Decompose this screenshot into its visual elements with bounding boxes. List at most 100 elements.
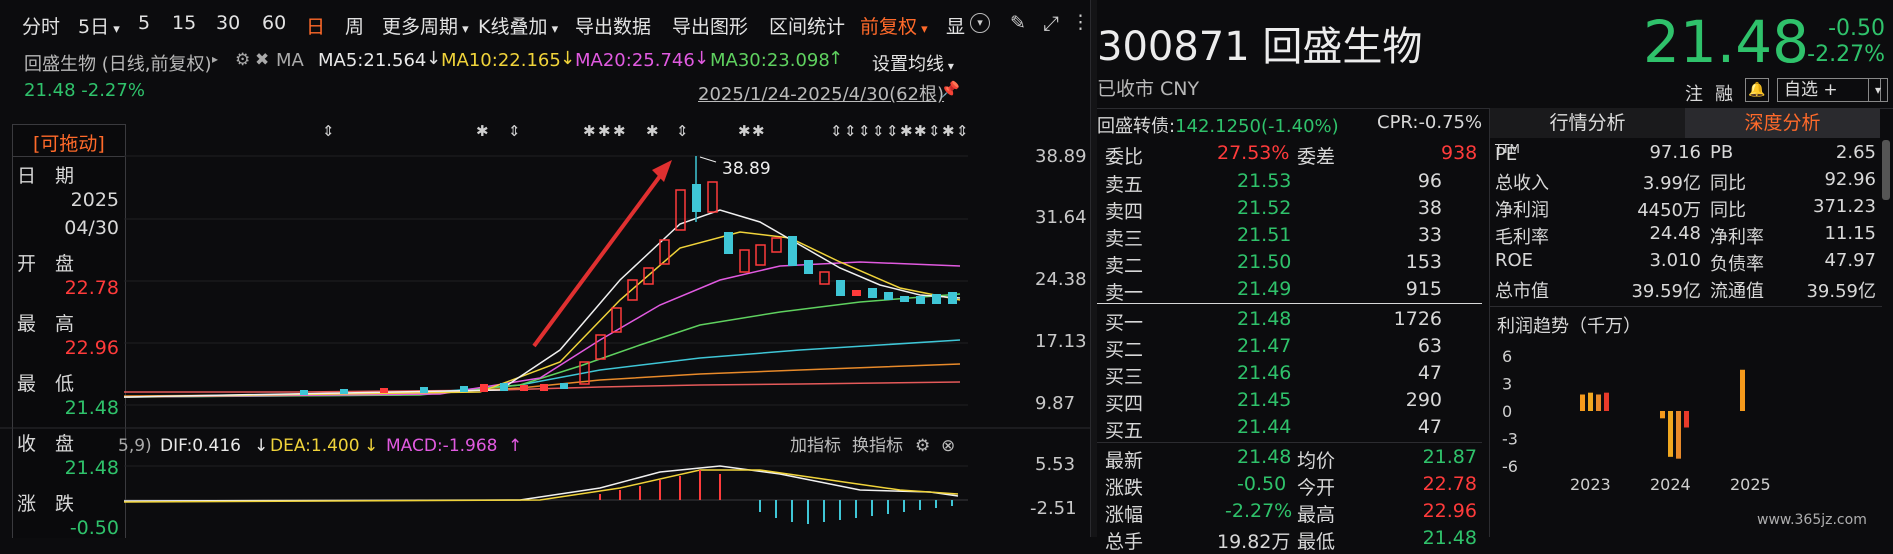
fin-row: 总市值 39.59亿 流通值 39.59亿: [1495, 281, 1876, 302]
fin-row: PE TTM 97.16 PB 2.65: [1495, 142, 1876, 165]
profit-bar[interactable]: [1588, 392, 1593, 411]
macd-bars-green: [759, 500, 953, 524]
price-tick: 24.38: [1035, 269, 1087, 290]
profit-bar[interactable]: [1684, 411, 1689, 428]
profit-bar[interactable]: [1660, 411, 1665, 419]
svg-text:✱: ✱: [583, 122, 596, 140]
bid-row[interactable]: 买一 21.48 1726: [1097, 306, 1482, 334]
price-tick: 9.87: [1035, 393, 1075, 414]
svg-text:⇕: ⇕: [858, 122, 871, 140]
last-price: 21.48: [1643, 8, 1810, 76]
svg-text:✱: ✱: [646, 122, 659, 140]
macd-tick: 5.53: [1035, 454, 1075, 475]
quote-panel: 300871 回盛生物 已收市 CNY 21.48 -0.50 -2.27% 注…: [1097, 0, 1893, 553]
svg-text:⇕: ⇕: [872, 122, 885, 140]
switch-indicator-button[interactable]: 换指标: [852, 436, 903, 456]
profit-xlabel: 2024: [1650, 475, 1691, 494]
profit-ytick: -6: [1502, 457, 1518, 476]
bid-row[interactable]: 买五 21.44 47: [1097, 414, 1482, 442]
profit-bar[interactable]: [1580, 394, 1585, 412]
analysis-tabs: 行情分析 深度分析: [1490, 108, 1880, 138]
profit-ytick: -3: [1502, 430, 1518, 449]
ask-row[interactable]: 卖五 21.53 96: [1097, 168, 1482, 196]
market-status: 已收市 CNY: [1097, 78, 1200, 100]
svg-text:⇕: ⇕: [928, 122, 941, 140]
ask-row[interactable]: 卖四 21.52 38: [1097, 195, 1482, 223]
price-tick: 38.89: [1035, 146, 1087, 167]
profit-trend-chart: 6 3 0 -3 -6 2023 2024 2025: [1502, 347, 1771, 494]
add-watchlist-button[interactable]: 自选 +: [1777, 78, 1881, 102]
dif-value: DIF:0.416: [160, 436, 241, 456]
svg-text:↓: ↓: [364, 436, 378, 456]
svg-text:✱: ✱: [598, 122, 611, 140]
dea-value: DEA:1.400: [270, 436, 360, 456]
svg-text:⇕: ⇕: [830, 122, 843, 140]
fin-row: 毛利率 24.48 净利率 11.15: [1495, 223, 1876, 248]
convertible-bond[interactable]: 回盛转债:142.1250(-1.40%): [1097, 112, 1339, 138]
profit-ytick: 0: [1502, 402, 1512, 421]
price-change: -0.50: [1828, 16, 1885, 41]
macd-tick: -2.51: [1030, 498, 1077, 519]
close-icon[interactable]: ⊗: [941, 436, 955, 456]
kline-svg[interactable]: 38.89 31.64 24.38 17.13 9.87 5.53 -2.51 …: [0, 0, 1090, 537]
profit-xlabel: 2025: [1730, 475, 1771, 494]
svg-text:↓: ↓: [254, 436, 268, 456]
cpr-value: CPR:-0.75%: [1377, 112, 1483, 133]
profit-ytick: 3: [1502, 375, 1512, 394]
fin-row: 总收入 3.99亿 同比 92.96: [1495, 169, 1876, 194]
svg-text:⇕: ⇕: [676, 122, 689, 140]
tab-market-analysis[interactable]: 行情分析: [1490, 108, 1685, 138]
kline-chart-panel: 分时 5日 ▾ 5 15 30 60 日 周 更多周期 ▾ K线叠加 ▾ 导出数…: [0, 0, 1090, 539]
profit-ytick: 6: [1502, 347, 1512, 366]
profit-bar[interactable]: [1740, 369, 1745, 411]
svg-text:⇕: ⇕: [886, 122, 899, 140]
trend-arrow: [532, 166, 668, 348]
bid-row[interactable]: 买三 21.46 47: [1097, 360, 1482, 388]
macd-value: MACD:-1.968: [386, 436, 498, 456]
margin-button[interactable]: 融: [1715, 80, 1733, 106]
chevron-down-icon[interactable]: ▾: [1868, 78, 1888, 102]
svg-text:↑: ↑: [508, 436, 522, 456]
watch-button[interactable]: 注: [1685, 80, 1703, 106]
stock-code: 300871 回盛生物: [1097, 24, 1423, 70]
peak-label: 38.89: [722, 159, 771, 179]
macd-bars-red: [599, 470, 721, 500]
profit-bar[interactable]: [1676, 411, 1681, 459]
profit-trend-title: 利润趋势（千万）: [1497, 316, 1641, 337]
candles-rally: [579, 156, 957, 385]
dif-line: [123, 465, 959, 502]
event-markers[interactable]: ⇕ ✱ ⇕ ✱ ✱ ✱ ✱ ⇕ ✱ ✱ ⇕ ⇕ ⇕ ⇕ ⇕ ✱ ✱ ⇕ ✱ ⇕: [322, 122, 969, 140]
svg-text:⇕: ⇕: [844, 122, 857, 140]
svg-text:✱: ✱: [613, 122, 626, 140]
profit-bar[interactable]: [1668, 411, 1673, 457]
svg-text:✱: ✱: [738, 122, 751, 140]
order-ratio-row: 委比 27.53% 委差 938: [1105, 142, 1478, 168]
bid-row[interactable]: 买二 21.47 63: [1097, 333, 1482, 361]
gear-icon[interactable]: ⚙: [915, 436, 930, 456]
bid-row[interactable]: 买四 21.45 290: [1097, 387, 1482, 415]
arrow-head: [652, 160, 672, 182]
svg-text:✱: ✱: [900, 122, 913, 140]
bell-icon[interactable]: 🔔: [1745, 78, 1769, 102]
price-change-pct: -2.27%: [1807, 42, 1885, 67]
panel-splitter[interactable]: [1090, 0, 1097, 537]
ask-row[interactable]: 卖二 21.50 153: [1097, 249, 1482, 277]
ma20-line: [123, 261, 961, 398]
ask-row[interactable]: 卖三 21.51 33: [1097, 222, 1482, 250]
peak-pointer: [699, 156, 717, 163]
ask-row[interactable]: 卖一 21.49 915: [1097, 276, 1482, 304]
tab-deep-analysis[interactable]: 深度分析: [1685, 108, 1880, 138]
stat-row: 最新 21.48 均价 21.87: [1105, 446, 1477, 472]
order-book: 委比 27.53% 委差 938 卖五 21.53 96 卖四 21.52 38 卖三 2…: [1097, 138, 1487, 553]
svg-text:✱: ✱: [476, 122, 489, 140]
add-indicator-button[interactable]: 加指标: [790, 436, 841, 456]
price-tick: 31.64: [1035, 207, 1087, 228]
stat-row: 涨跌 -0.50 今开 22.78: [1105, 473, 1477, 499]
svg-text:⇕: ⇕: [508, 122, 521, 140]
financial-table: PE TTM 97.16 PB 2.65 总收入 3.99亿 同比 92.96 净利润 445…: [1495, 140, 1880, 310]
fin-row: ROE 3.010 负债率 47.97: [1495, 250, 1876, 275]
profit-xlabel: 2023: [1570, 475, 1611, 494]
price-tick: 17.13: [1035, 331, 1087, 352]
profit-bar[interactable]: [1604, 392, 1609, 411]
profit-bar[interactable]: [1596, 394, 1601, 412]
